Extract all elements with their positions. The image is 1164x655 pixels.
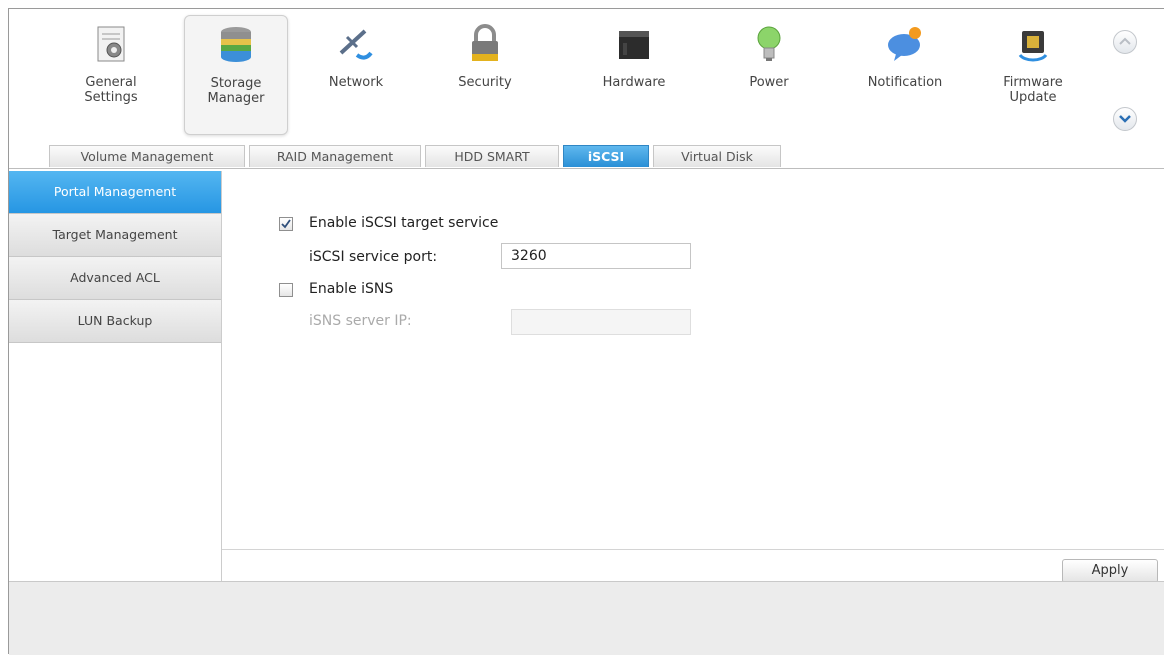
enable-isns-checkbox[interactable] [279,283,293,297]
toolbar-item-network[interactable]: Network [305,15,407,133]
tab-raid-management[interactable]: RAID Management [249,145,421,167]
toolbar-item-firmware-update[interactable]: Firmware Update [982,15,1084,133]
sidebar-item-target-management[interactable]: Target Management [9,214,221,257]
service-port-label: iSCSI service port: [309,249,438,265]
tab-virtual-disk[interactable]: Virtual Disk [653,145,781,167]
toolbar-item-power[interactable]: Power [718,15,820,133]
tab-iscsi[interactable]: iSCSI [563,145,649,167]
enable-iscsi-checkbox[interactable] [279,217,293,231]
sidebar-item-advanced-acl[interactable]: Advanced ACL [9,257,221,300]
chevron-down-icon [1119,115,1131,123]
toolbar-item-security[interactable]: Security [434,15,536,133]
toolbar-label: General Settings [84,75,138,105]
toolbar-label: Notification [867,75,943,90]
toolbar-item-general-settings[interactable]: General Settings [60,15,162,133]
firmware-update-icon [1018,31,1048,62]
scroll-up-button[interactable] [1113,30,1137,54]
lock-icon [472,24,498,61]
toolbar-item-hardware[interactable]: Hardware [583,15,685,133]
portal-management-panel: Enable iSCSI target service iSCSI servic… [222,171,1164,549]
toolbar-label: Power [749,75,789,90]
service-port-input[interactable] [501,243,691,269]
enable-iscsi-label: Enable iSCSI target service [309,215,499,231]
toolbar-label: Network [328,75,384,90]
checkmark-icon [281,219,291,229]
top-icon-bar: General Settings Storage Manager Network [9,9,1164,139]
tab-volume-management[interactable]: Volume Management [49,145,245,167]
isns-server-ip-label: iSNS server IP: [309,313,412,329]
notification-icon [888,27,921,61]
toolbar-item-storage-manager[interactable]: Storage Manager [184,15,288,135]
general-settings-icon [97,26,125,62]
toolbar-item-notification[interactable]: Notification [854,15,956,133]
enable-isns-label: Enable iSNS [309,281,394,297]
toolbar-label: Storage Manager [207,76,265,106]
storage-manager-icon [221,27,251,62]
power-bulb-icon [757,26,781,61]
toolbar-label: Firmware Update [1003,75,1063,105]
window-footer [9,581,1164,655]
network-icon [339,29,373,60]
hardware-icon [619,31,649,59]
toolbar-label: Security [458,75,512,90]
tab-hdd-smart[interactable]: HDD SMART [425,145,559,167]
storage-tabs: Volume Management RAID Management HDD SM… [9,140,1164,169]
content-divider [222,549,1164,550]
app-window: General Settings Storage Manager Network [8,8,1164,655]
iscsi-sidebar: Portal Management Target Management Adva… [9,171,222,581]
chevron-up-icon [1119,37,1131,45]
scroll-down-button[interactable] [1113,107,1137,131]
apply-button[interactable]: Apply [1062,559,1158,583]
sidebar-item-portal-management[interactable]: Portal Management [9,171,221,214]
toolbar-label: Hardware [602,75,666,90]
sidebar-item-lun-backup[interactable]: LUN Backup [9,300,221,343]
isns-server-ip-input[interactable] [511,309,691,335]
